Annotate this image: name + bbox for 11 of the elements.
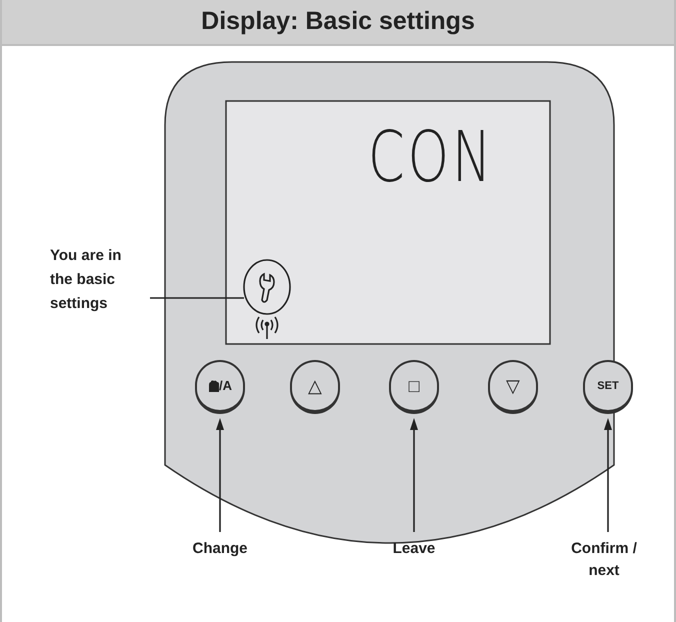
callout-label: Leave [392,539,436,559]
callout-label: You are in the basic settings [50,246,122,314]
set-button[interactable]: SET [583,360,633,414]
hand-icon [208,380,219,392]
wrench-icon [259,273,275,303]
lcd-reading: CON [368,122,494,192]
highlight-ring [243,259,291,315]
callout-label: Confirm / next [570,539,638,581]
callout-label: Change [191,539,248,559]
header-title: Display: Basic settings [201,6,475,38]
antenna-icon [256,316,278,340]
